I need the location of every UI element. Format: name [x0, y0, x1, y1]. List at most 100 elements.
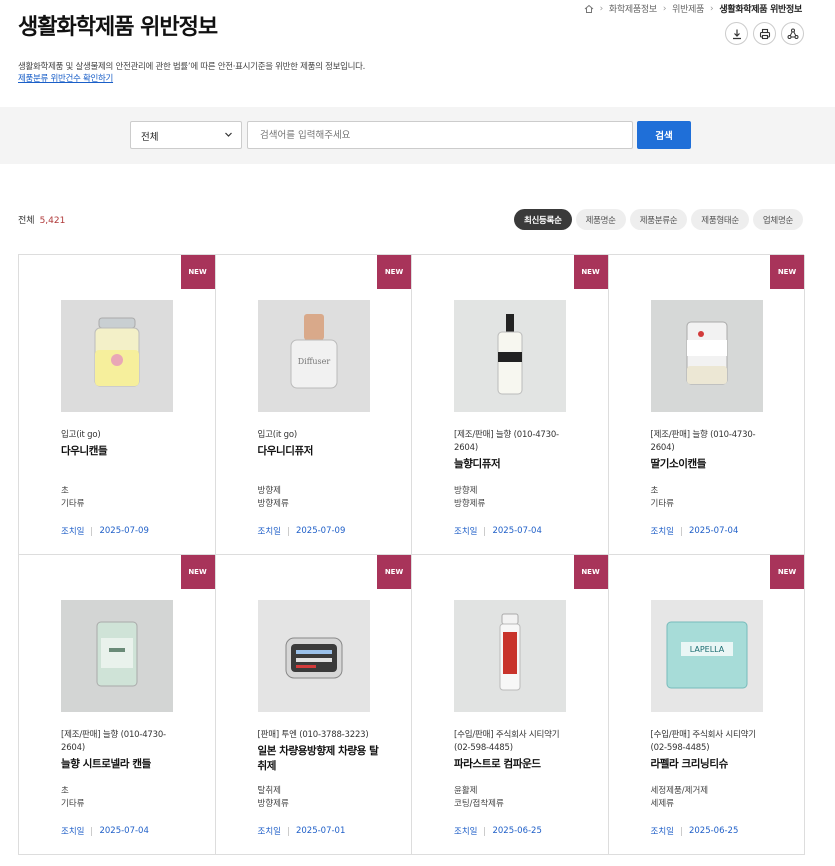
page-tools	[725, 22, 804, 45]
product-name: 라펠라 크리닝티슈	[650, 758, 729, 770]
product-name: 일본 차량용방향제 차량용 탈취제	[257, 745, 379, 772]
product-category: 기타류	[650, 499, 674, 509]
product-name: 다우니디퓨저	[257, 445, 314, 457]
download-icon	[732, 29, 741, 39]
search-input[interactable]	[247, 121, 633, 149]
measure-date-value: 2025-06-25	[492, 826, 542, 836]
manufacturer: [수입/판매] 주식회사 시티약기 (02-598-4485)	[650, 730, 757, 753]
product-card[interactable]: NEW Diffuser 입고(it go) 다우니디퓨저 방향제 방향제류 조…	[215, 255, 412, 555]
measure-label: 조치일	[454, 827, 478, 837]
breadcrumb: › 화학제품정보 › 위반제품 › 생활화학제품 위반정보	[584, 2, 802, 15]
product-card[interactable]: NEW [제조/판매] 늘향 (010-4730-2604) 늘향디퓨저 방향제…	[412, 255, 609, 555]
print-button[interactable]	[753, 22, 776, 45]
product-category: 방향제류	[257, 799, 289, 809]
product-name: 파라스트로 컴파운드	[454, 758, 541, 770]
sort-latest[interactable]: 최신등록순	[513, 209, 572, 230]
manufacturer: [수입/판매] 주식회사 시티약기 (02-598-4485)	[454, 730, 560, 753]
new-badge: NEW	[573, 255, 608, 289]
manufacturer: 입고(it go)	[257, 430, 298, 440]
measure-date: 조치일 2025-07-04	[651, 525, 739, 537]
measure-date: 조치일 2025-06-25	[651, 825, 739, 837]
new-badge: NEW	[770, 555, 804, 589]
select-value: 전체	[141, 132, 159, 143]
breadcrumb-item-2[interactable]: 위반제품	[672, 2, 704, 15]
sort-product-category[interactable]: 제품분류순	[629, 209, 688, 230]
product-type: 방향제	[257, 486, 281, 496]
new-badge: NEW	[573, 555, 608, 589]
product-category: 기타류	[61, 499, 85, 509]
violation-count-link[interactable]: 제품분류 위반건수 확인하기	[18, 72, 113, 84]
product-card[interactable]: NEW LAPELLA [수입/판매] 주식회사 시티약기 (02-598-44…	[608, 555, 805, 855]
product-type: 초	[61, 486, 69, 496]
new-badge: NEW	[180, 255, 215, 289]
product-card[interactable]: NEW [제조/판매] 늘향 (010-4730-2604) 딸기소이캔들 초 …	[608, 255, 805, 555]
sort-product-name[interactable]: 제품명순	[575, 209, 626, 230]
product-type: 방향제	[454, 486, 478, 496]
measure-date: 조치일 2025-07-04	[61, 825, 149, 837]
product-type: 초	[61, 786, 69, 796]
measure-date: 조치일 2025-07-01	[258, 825, 346, 837]
product-category: 세제류	[650, 799, 674, 809]
new-badge: NEW	[180, 555, 215, 589]
manufacturer: [판매] 투엔 (010-3788-3223)	[257, 730, 369, 740]
product-image	[454, 600, 566, 712]
measure-label: 조치일	[61, 827, 85, 837]
product-image	[650, 300, 763, 412]
share-button[interactable]	[781, 22, 804, 45]
measure-label: 조치일	[650, 527, 674, 537]
chevron-down-icon	[225, 132, 232, 137]
print-icon	[759, 28, 770, 39]
product-category: 기타류	[61, 799, 85, 809]
product-card[interactable]: NEW [판매] 투엔 (010-3788-3223) 일본 차량용방향제 차량…	[215, 555, 412, 855]
product-category: 방향제류	[257, 499, 289, 509]
product-card[interactable]: NEW [제조/판매] 늘향 (010-4730-2604) 늘향 시트로넬라 …	[19, 555, 216, 855]
product-name: 늘향 시트로넬라 캔들	[61, 758, 151, 770]
product-category: 방향제류	[454, 499, 486, 509]
product-image: Diffuser	[257, 300, 370, 412]
sort-options: 최신등록순 제품명순 제품분류순 제품형태순 업체명순	[513, 209, 803, 230]
manufacturer: 입고(it go)	[61, 430, 101, 440]
breadcrumb-item-1[interactable]: 화학제품정보	[609, 2, 657, 15]
search-button[interactable]: 검색	[637, 121, 691, 149]
measure-label: 조치일	[61, 527, 85, 537]
product-card[interactable]: NEW [수입/판매] 주식회사 시티약기 (02-598-4485) 파라스트…	[412, 555, 609, 855]
total-count: 전체 5,421	[18, 213, 65, 226]
manufacturer: [제조/판매] 늘향 (010-4730-2604)	[454, 430, 559, 453]
measure-date-value: 2025-07-04	[492, 526, 542, 536]
search-bar: 전체 검색	[0, 107, 835, 164]
chevron-right-icon: ›	[599, 3, 604, 14]
measure-date-value: 2025-07-04	[688, 526, 739, 536]
measure-date: 조치일 2025-06-25	[454, 825, 542, 837]
product-type: 세정제품/제거제	[650, 786, 709, 796]
product-card[interactable]: NEW 입고(it go) 다우니캔들 초 기타류 조치일 2025-07-09	[19, 255, 216, 555]
product-image	[61, 300, 173, 412]
chevron-right-icon: ›	[710, 3, 714, 14]
sort-company-name[interactable]: 업체명순	[752, 209, 803, 230]
page-title: 생활화학제품 위반정보	[18, 15, 218, 40]
manufacturer: [제조/판매] 늘향 (010-4730-2604)	[61, 730, 166, 753]
measure-date-value: 2025-07-09	[99, 526, 149, 536]
measure-date: 조치일 2025-07-09	[258, 525, 346, 537]
home-icon[interactable]	[584, 4, 594, 14]
download-button[interactable]	[725, 22, 748, 45]
total-number: 5,421	[39, 216, 66, 226]
product-image	[454, 300, 566, 412]
product-type: 윤활제	[454, 786, 478, 796]
product-name: 딸기소이캔들	[650, 458, 707, 470]
measure-label: 조치일	[454, 527, 478, 537]
measure-date-value: 2025-07-04	[99, 826, 149, 836]
product-type: 탈취제	[257, 786, 281, 796]
measure-label: 조치일	[650, 827, 674, 837]
share-icon	[787, 28, 798, 39]
search-category-select[interactable]: 전체	[130, 121, 242, 149]
sort-product-type[interactable]: 제품형태순	[691, 209, 749, 230]
manufacturer: [제조/판매] 늘향 (010-4730-2604)	[650, 430, 756, 453]
svg-text:Diffuser: Diffuser	[297, 357, 330, 366]
new-badge: NEW	[770, 255, 804, 289]
product-image	[257, 600, 370, 712]
measure-label: 조치일	[257, 827, 281, 837]
product-grid: NEW 입고(it go) 다우니캔들 초 기타류 조치일 2025-07-09 …	[18, 254, 805, 855]
total-label: 전체	[18, 216, 35, 226]
product-name: 다우니캔들	[61, 445, 108, 457]
measure-date: 조치일 2025-07-09	[61, 525, 149, 537]
